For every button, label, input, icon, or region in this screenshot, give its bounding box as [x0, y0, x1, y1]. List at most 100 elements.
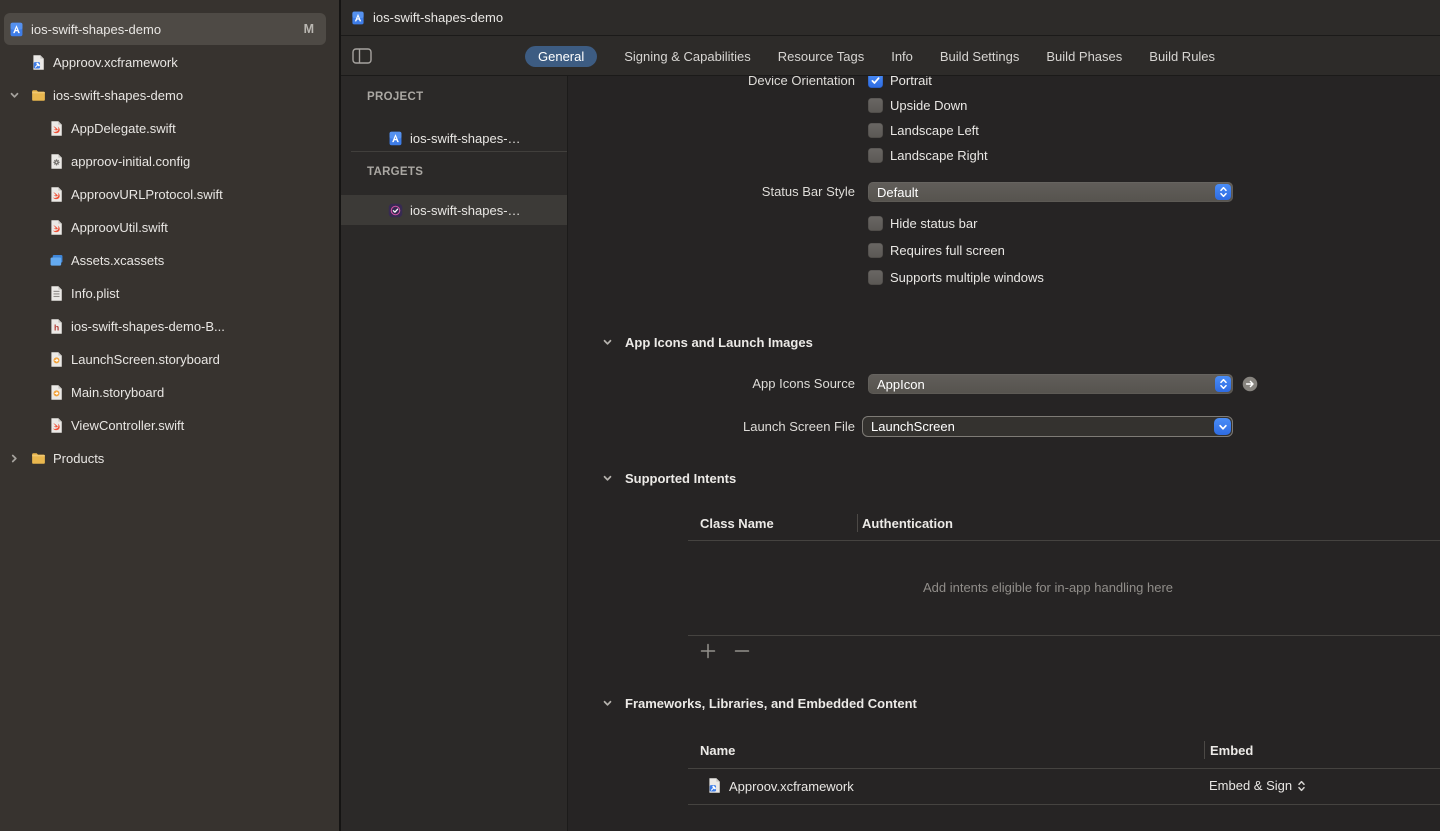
navigator-item-label: ApproovUtil.swift — [71, 220, 168, 235]
navigator-item-file[interactable]: Main.storyboard — [0, 376, 339, 409]
navigator-item-label: ApproovURLProtocol.swift — [71, 187, 223, 202]
checkbox-row-upside-down: Upside Down — [868, 93, 967, 118]
navigator-item-file[interactable]: LaunchScreen.storyboard — [0, 343, 339, 376]
storyboard-file-icon — [48, 384, 65, 401]
remove-intent-button[interactable] — [734, 643, 750, 659]
column-header-name: Name — [700, 743, 735, 758]
column-header-class-name: Class Name — [700, 516, 774, 531]
navigator-item-file[interactable]: ApproovURLProtocol.swift — [0, 178, 339, 211]
section-title: Supported Intents — [625, 471, 736, 486]
framework-name: Approov.xcframework — [729, 779, 854, 794]
requires-full-screen-checkbox[interactable] — [868, 243, 883, 258]
navigator-item-products[interactable]: Products — [0, 442, 339, 475]
navigator-item-file[interactable]: ApproovUtil.swift — [0, 211, 339, 244]
navigator-item-label: Approov.xcframework — [53, 55, 178, 70]
section-chevron-icon[interactable] — [602, 698, 613, 709]
project-section-header: PROJECT — [367, 91, 423, 103]
navigator-item-file[interactable]: Info.plist — [0, 277, 339, 310]
config-file-icon — [48, 153, 65, 170]
xcode-window: ios-swift-shapes-demo M Approov.xcframew… — [0, 0, 1440, 831]
navigator-item-file[interactable]: ios-swift-shapes-demo-B... — [0, 310, 339, 343]
supports-multiple-windows-checkbox[interactable] — [868, 270, 883, 285]
navigator-item-label: approov-initial.config — [71, 154, 190, 169]
tab-resource-tags[interactable]: Resource Tags — [778, 49, 864, 64]
popup-value: AppIcon — [877, 377, 925, 392]
status-bar-style-popup[interactable]: Default — [868, 182, 1233, 202]
swift-file-icon — [48, 120, 65, 137]
checkbox-label: Upside Down — [890, 98, 967, 113]
up-down-chevrons-icon — [1219, 185, 1228, 199]
landscape-left-checkbox[interactable] — [868, 123, 883, 138]
launch-screen-file-label: Launch Screen File — [568, 416, 855, 437]
checkbox-label: Requires full screen — [890, 243, 1005, 258]
navigator-item-label: Main.storyboard — [71, 385, 164, 400]
target-item-label: ios-swift-shapes-… — [410, 203, 521, 218]
sidebar-toggle-icon[interactable] — [352, 48, 372, 64]
document-tab-title: ios-swift-shapes-demo — [373, 10, 503, 25]
navigator-item-file[interactable]: AppDelegate.swift — [0, 112, 339, 145]
target-item-selected[interactable]: ios-swift-shapes-… — [341, 195, 567, 225]
checkbox-row-supports-multiple-windows: Supports multiple windows — [868, 264, 1044, 291]
tab-general[interactable]: General — [525, 46, 597, 67]
navigator-item-label: ios-swift-shapes-demo — [53, 88, 183, 103]
embed-value: Embed & Sign — [1209, 778, 1292, 793]
add-intent-button[interactable] — [700, 643, 716, 659]
checkbox-label: Portrait — [890, 76, 932, 88]
navigator-item-file[interactable]: Assets.xcassets — [0, 244, 339, 277]
navigator-item-file[interactable]: approov-initial.config — [0, 145, 339, 178]
jump-to-app-icon-arrow-button[interactable] — [1242, 376, 1258, 392]
tab-build-settings[interactable]: Build Settings — [940, 49, 1020, 64]
navigator-item-file[interactable]: ViewController.swift — [0, 409, 339, 442]
document-tab[interactable]: ios-swift-shapes-demo — [341, 0, 1440, 36]
folder-icon — [30, 450, 47, 467]
upside-down-checkbox[interactable] — [868, 98, 883, 113]
tab-build-rules[interactable]: Build Rules — [1149, 49, 1215, 64]
section-chevron-icon[interactable] — [602, 337, 613, 348]
disclosure-chevron-icon[interactable] — [9, 453, 20, 464]
table-bottom-divider — [688, 804, 1440, 805]
folder-icon — [30, 87, 47, 104]
swift-file-icon — [48, 417, 65, 434]
plist-file-icon — [48, 285, 65, 302]
hide-status-bar-checkbox[interactable] — [868, 216, 883, 231]
landscape-right-checkbox[interactable] — [868, 148, 883, 163]
portrait-checkbox[interactable] — [868, 76, 883, 88]
panel-divider — [351, 151, 567, 152]
navigator-item-framework[interactable]: Approov.xcframework — [0, 46, 339, 79]
project-targets-panel: PROJECT ios-swift-shapes-… TARGETS ios-s… — [341, 76, 568, 831]
storyboard-file-icon — [48, 351, 65, 368]
tab-signing-capabilities[interactable]: Signing & Capabilities — [624, 49, 750, 64]
table-bottom-divider — [688, 635, 1440, 636]
popup-stepper-icon — [1215, 184, 1231, 200]
disclosure-chevron-icon[interactable] — [9, 90, 20, 101]
checkmark-icon — [870, 76, 881, 86]
tab-info[interactable]: Info — [891, 49, 913, 64]
tab-build-phases[interactable]: Build Phases — [1046, 49, 1122, 64]
section-header-supported-intents: Supported Intents — [602, 471, 736, 486]
navigator-item-label: ios-swift-shapes-demo-B... — [71, 319, 225, 334]
navigator-item-label: LaunchScreen.storyboard — [71, 352, 220, 367]
column-divider — [1204, 741, 1205, 759]
general-settings-form: Device Orientation Portrait Upside Down … — [568, 76, 1440, 831]
checkbox-row-landscape-right: Landscape Right — [868, 143, 988, 168]
section-title: Frameworks, Libraries, and Embedded Cont… — [625, 696, 917, 711]
settings-tab-bar: General Signing & Capabilities Resource … — [525, 44, 1215, 68]
navigator-item-label: ViewController.swift — [71, 418, 184, 433]
combo-dropdown-button[interactable] — [1214, 418, 1231, 435]
app-icons-source-popup[interactable]: AppIcon — [868, 374, 1233, 394]
checkbox-label: Landscape Right — [890, 148, 988, 163]
launch-screen-file-combo[interactable]: LaunchScreen — [862, 416, 1233, 437]
header-file-icon — [48, 318, 65, 335]
swift-file-icon — [48, 219, 65, 236]
navigator-item-project-root[interactable]: ios-swift-shapes-demo M — [4, 13, 326, 45]
section-header-app-icons: App Icons and Launch Images — [602, 335, 813, 350]
section-chevron-icon[interactable] — [602, 473, 613, 484]
navigator-item-group[interactable]: ios-swift-shapes-demo — [0, 79, 339, 112]
project-item[interactable]: ios-swift-shapes-… — [341, 127, 567, 149]
table-header-divider — [688, 768, 1440, 769]
popup-stepper-icon — [1215, 376, 1231, 392]
device-orientation-label: Device Orientation — [568, 76, 855, 93]
app-target-icon — [387, 202, 404, 219]
xcode-project-icon — [350, 10, 366, 26]
embed-setting-popup[interactable]: Embed & Sign — [1209, 778, 1306, 793]
